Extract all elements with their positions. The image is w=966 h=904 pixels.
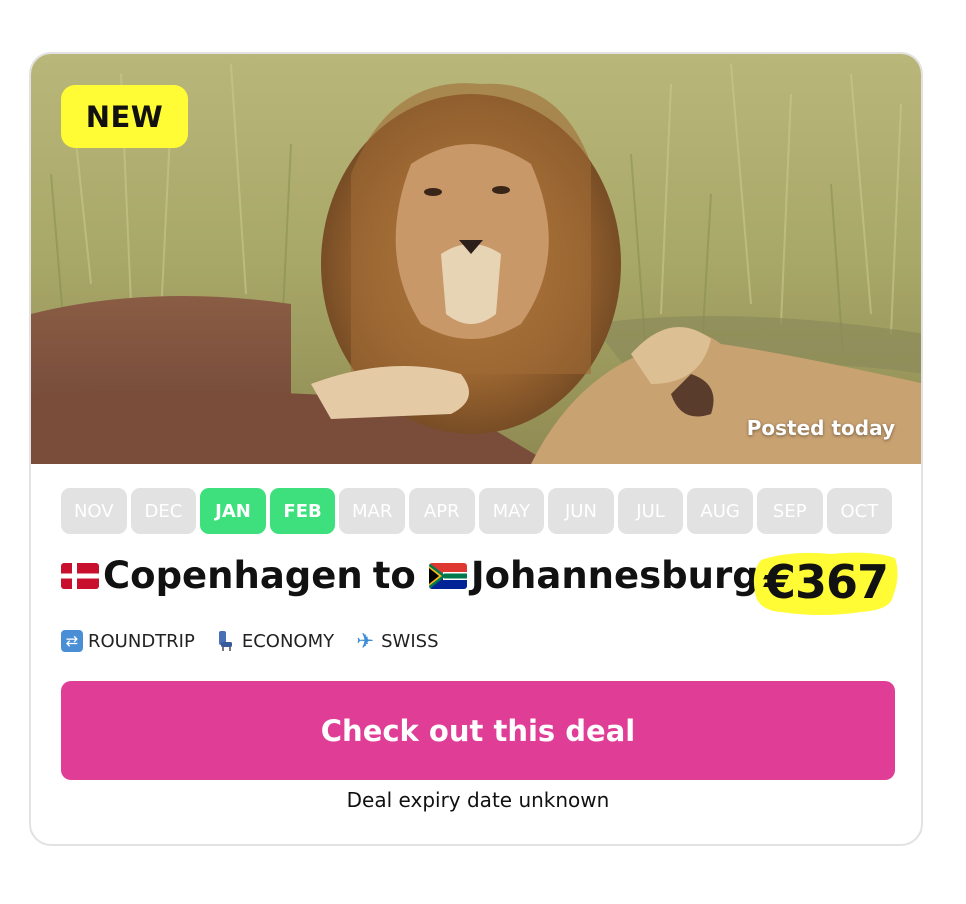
origin-city: Copenhagen [103, 554, 363, 597]
tag-label: SWISS [381, 630, 439, 652]
deal-expiry-text: Deal expiry date unknown [346, 788, 610, 812]
tag-economy: ECONOMY [215, 630, 334, 652]
month-jul: JUL [617, 488, 684, 534]
month-jun: JUN [548, 488, 614, 534]
roundtrip-icon: ⇄ [61, 630, 83, 652]
denmark-flag-icon [61, 562, 99, 589]
month-jan: JAN [200, 488, 266, 534]
hero-image: NEW Posted today [31, 54, 921, 464]
tag-airline: ✈ SWISS [354, 630, 438, 652]
month-feb: FEB [269, 488, 336, 534]
price-value: €367 [763, 555, 889, 609]
south-africa-flag-icon [428, 562, 467, 589]
check-out-deal-button[interactable]: Check out this deal [61, 681, 895, 780]
airplane-icon: ✈ [356, 628, 374, 653]
price-badge: €367 [751, 546, 901, 618]
month-oct: OCT [826, 488, 893, 534]
month-mar: MAR [339, 488, 405, 534]
seat-icon [215, 630, 237, 652]
route-title: Copenhagen to Johannesburg [61, 554, 759, 597]
month-apr: APR [408, 488, 475, 534]
deal-card: NEW Posted today NOV DEC JAN FEB MAR APR… [29, 52, 923, 846]
tag-label: ECONOMY [241, 630, 335, 652]
new-badge: NEW [61, 85, 188, 148]
destination-city: Johannesburg [470, 554, 759, 597]
month-nov: NOV [61, 488, 127, 534]
month-may: MAY [478, 488, 545, 534]
route-connector: to [372, 554, 416, 597]
month-dec: DEC [130, 488, 197, 534]
tag-roundtrip: ⇄ ROUNDTRIP [61, 630, 195, 652]
month-sep: SEP [756, 488, 823, 534]
posted-date: Posted today [746, 416, 895, 440]
tag-label: ROUNDTRIP [88, 630, 195, 652]
month-aug: AUG [687, 488, 753, 534]
travel-months: NOV DEC JAN FEB MAR APR MAY JUN JUL AUG … [61, 488, 893, 534]
deal-tags: ⇄ ROUNDTRIP ECONOMY ✈ SWISS [61, 630, 439, 652]
